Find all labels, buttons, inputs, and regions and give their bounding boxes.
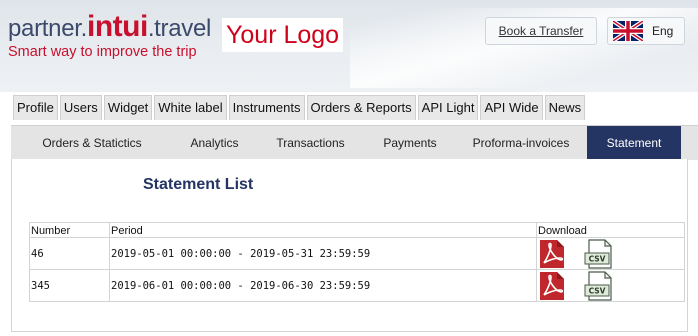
- pdf-icon[interactable]: [539, 239, 565, 269]
- main-nav-instruments[interactable]: Instruments: [228, 95, 305, 120]
- tab-transactions[interactable]: Transactions: [256, 126, 365, 160]
- table-row: 46 2019-05-01 00:00:00 - 2019-05-31 23:5…: [29, 237, 685, 270]
- main-nav-users[interactable]: Users: [59, 95, 102, 120]
- brand-tagline: Smart way to improve the trip: [8, 44, 197, 60]
- tab-statement[interactable]: Statement: [587, 126, 681, 160]
- language-selector[interactable]: Eng: [607, 17, 685, 45]
- pdf-icon[interactable]: [539, 271, 565, 301]
- download-cell: CSV: [536, 237, 685, 270]
- brand-accent: intui: [87, 10, 148, 43]
- statement-number: 345: [29, 269, 110, 302]
- brand-wordmark: partner.intui.travel: [8, 12, 211, 42]
- statement-number: 46: [29, 237, 110, 270]
- brand-prefix: partner.: [8, 15, 87, 42]
- column-header-period: Period: [109, 222, 537, 238]
- language-label: Eng: [652, 24, 674, 38]
- table-header-row: Number Period Download: [29, 222, 685, 238]
- csv-label: CSV: [589, 286, 606, 295]
- download-cell: CSV: [536, 269, 685, 302]
- intui-logo[interactable]: partner.intui.travel Smart way to improv…: [8, 12, 211, 60]
- brand-suffix: .travel: [147, 15, 212, 42]
- page-title: Statement List: [143, 176, 254, 193]
- main-nav-profile[interactable]: Profile: [13, 95, 58, 120]
- main-nav-widget[interactable]: Widget: [103, 95, 153, 120]
- statement-table: Number Period Download 46 2019-05-01 00:…: [29, 222, 685, 302]
- main-nav-api-light[interactable]: API Light: [417, 95, 479, 120]
- tab-orders-statistics[interactable]: Orders & Statictics: [11, 126, 173, 160]
- sub-nav: Orders & Statictics Analytics Transactio…: [11, 125, 698, 160]
- csv-icon[interactable]: CSV: [583, 270, 615, 301]
- book-transfer-link[interactable]: Book a Transfer: [485, 17, 597, 45]
- main-nav-news[interactable]: News: [544, 95, 586, 120]
- csv-label: CSV: [589, 254, 606, 263]
- column-header-download: Download: [536, 222, 685, 238]
- main-nav-api-wide[interactable]: API Wide: [480, 95, 543, 120]
- statement-period: 2019-05-01 00:00:00 - 2019-05-31 23:59:5…: [109, 237, 537, 270]
- csv-icon[interactable]: CSV: [583, 238, 615, 269]
- tab-proforma-invoices[interactable]: Proforma-invoices: [455, 126, 587, 160]
- statement-period: 2019-06-01 00:00:00 - 2019-06-30 23:59:5…: [109, 269, 537, 302]
- main-nav-white-label[interactable]: White label: [154, 95, 227, 120]
- tab-analytics[interactable]: Analytics: [173, 126, 256, 160]
- partner-logo-placeholder: Your Logo: [222, 18, 344, 52]
- uk-flag-icon: [613, 21, 643, 41]
- table-row: 345 2019-06-01 00:00:00 - 2019-06-30 23:…: [29, 269, 685, 302]
- main-nav: Profile Users Widget White label Instrum…: [13, 95, 587, 120]
- column-header-number: Number: [29, 222, 110, 238]
- tab-payments[interactable]: Payments: [365, 126, 455, 160]
- main-nav-orders-reports[interactable]: Orders & Reports: [306, 95, 416, 120]
